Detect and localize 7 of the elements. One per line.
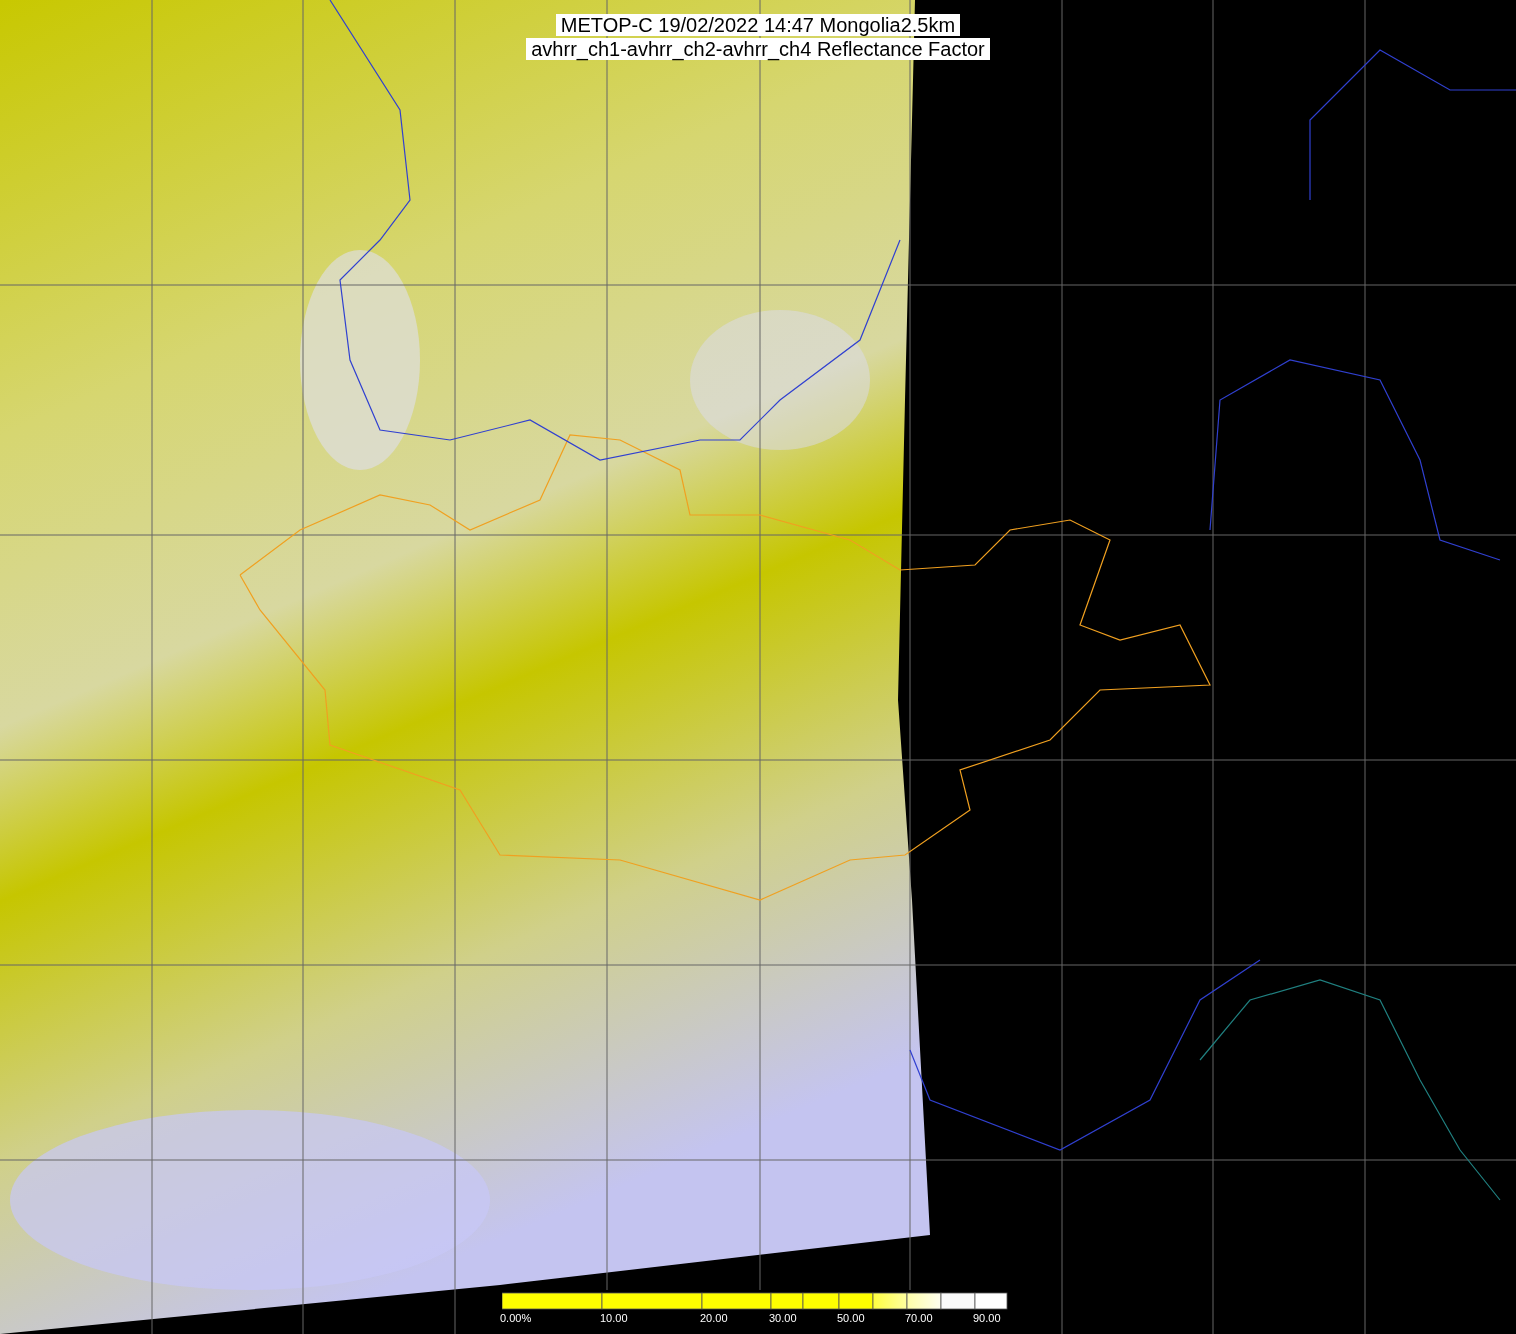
scale-label: 20.00: [700, 1312, 728, 1324]
scale-label: 70.00: [905, 1312, 933, 1324]
scale-label: 10.00: [600, 1312, 628, 1324]
scale-label: 0.00%: [500, 1312, 532, 1324]
scale-label: 50.00: [837, 1312, 865, 1324]
scale-label: 90.00: [973, 1312, 1001, 1324]
scale-label: 30.00: [769, 1312, 797, 1324]
